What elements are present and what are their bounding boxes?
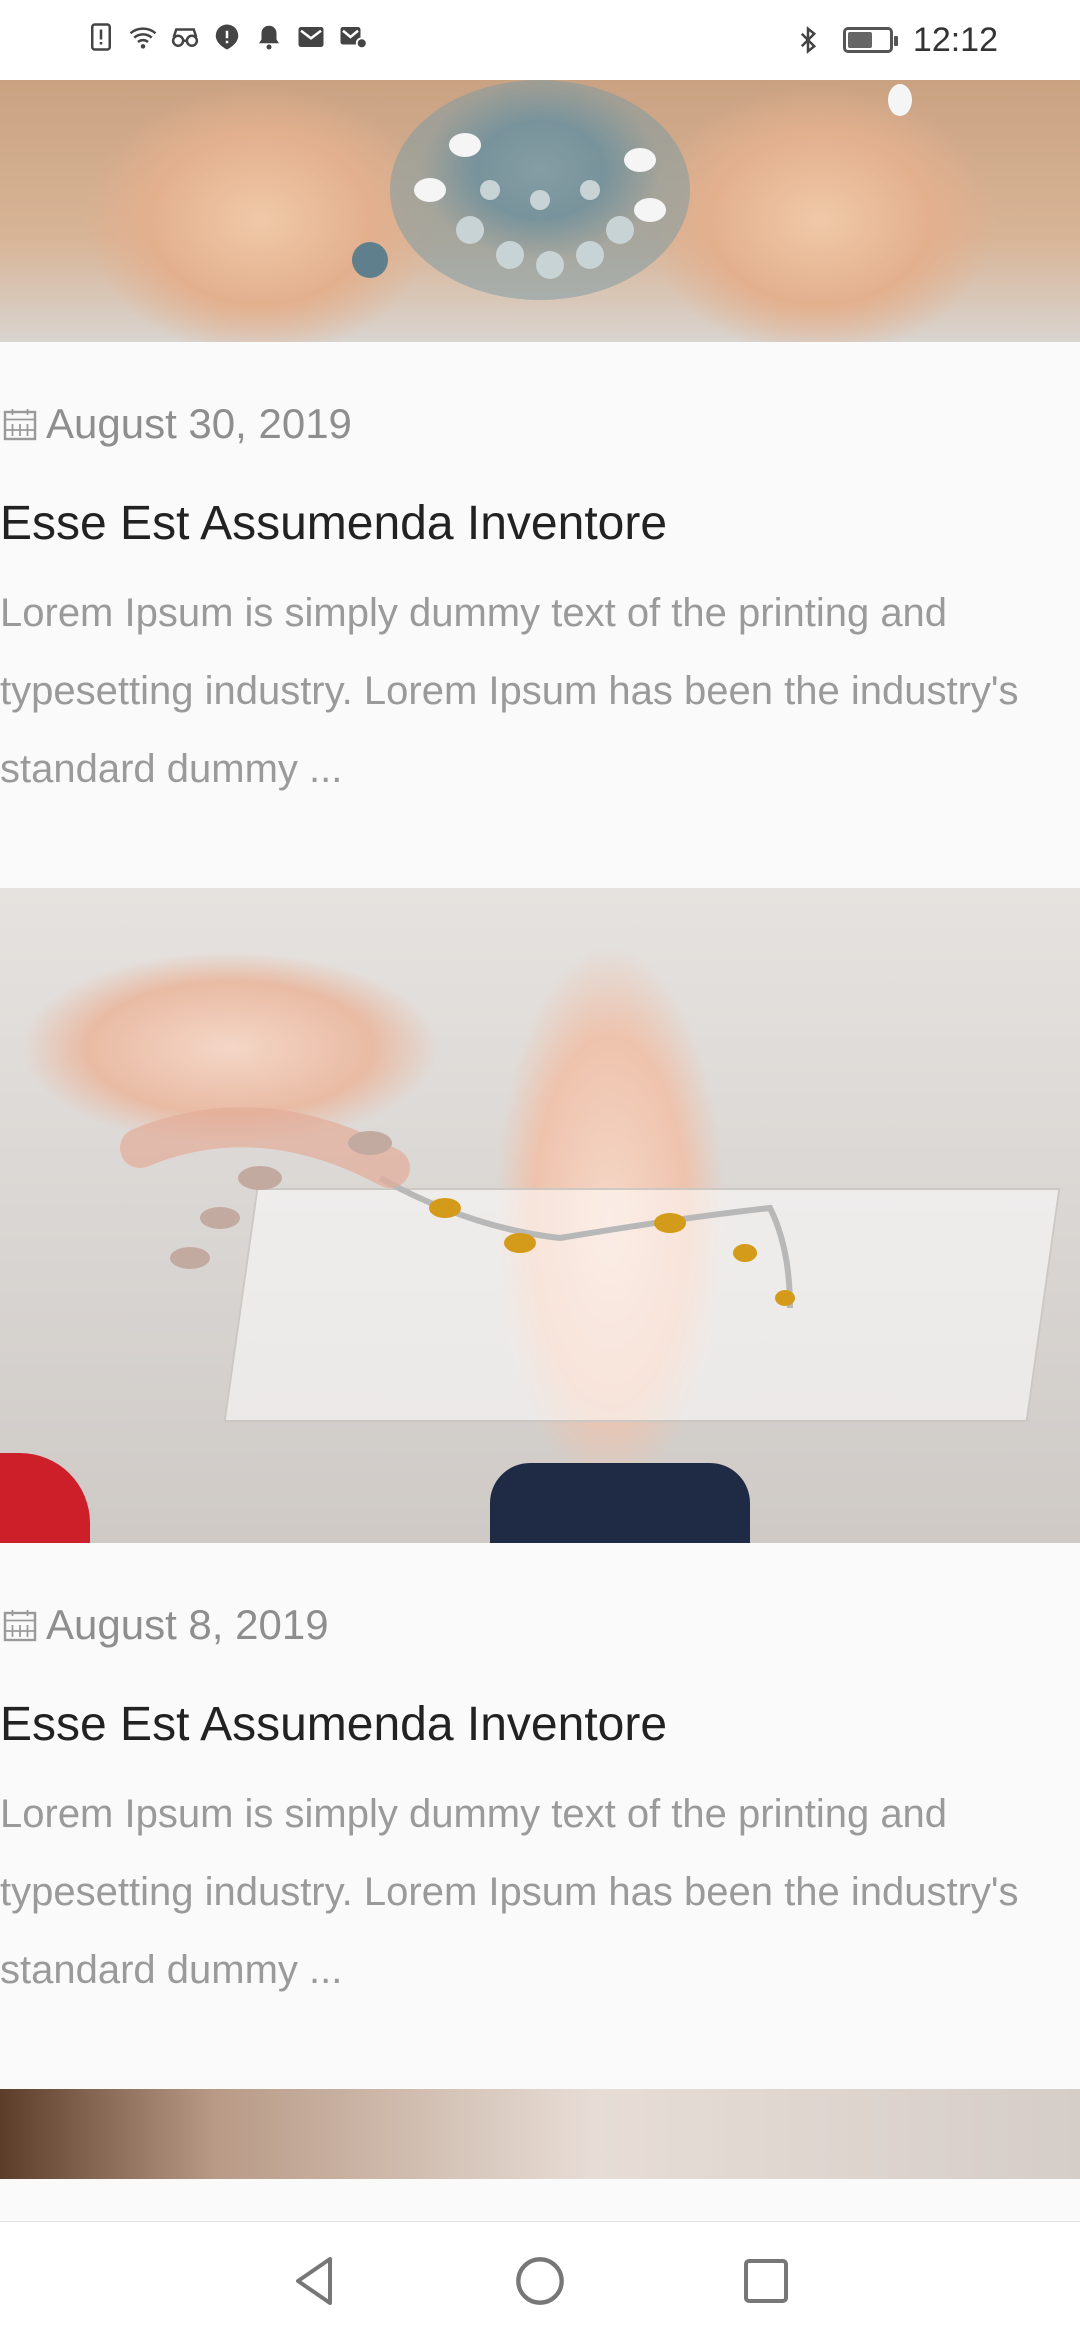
home-icon — [516, 2257, 564, 2305]
status-icons-left — [86, 22, 368, 52]
clock: 12:12 — [912, 21, 998, 59]
mail-settings-icon — [340, 27, 368, 50]
post-body: August 8, 2019 Esse Est Assumenda Invent… — [0, 1595, 1080, 2009]
post-meta: August 30, 2019 — [0, 394, 1080, 454]
battery-icon — [842, 27, 898, 53]
status-bar: 12:12 — [0, 0, 1080, 80]
home-button[interactable] — [512, 2253, 568, 2309]
post-date: August 8, 2019 — [46, 1601, 329, 1648]
post-meta: August 8, 2019 — [0, 1595, 1080, 1655]
wifi-icon — [129, 27, 157, 49]
back-icon — [296, 2257, 332, 2305]
battery-level — [847, 32, 873, 48]
calendar-icon — [3, 409, 37, 441]
alert-icon — [91, 23, 111, 51]
bluetooth-icon — [800, 26, 817, 54]
mail-icon — [298, 27, 324, 47]
post-excerpt: Lorem Ipsum is simply dummy text of the … — [0, 591, 1019, 791]
post-title[interactable]: Esse Est Assumenda Inventore — [0, 1695, 1080, 1755]
bell-icon — [259, 25, 279, 50]
glasses-icon — [171, 28, 199, 47]
shield-icon — [215, 24, 239, 50]
blog-feed: August 30, 2019 Esse Est Assumenda Inven… — [0, 80, 1080, 2179]
post-body: August 30, 2019 Esse Est Assumenda Inven… — [0, 394, 1080, 808]
system-nav-bar — [0, 2221, 1080, 2340]
bracelet-illustration — [120, 1107, 795, 1309]
blog-post-card[interactable]: August 30, 2019 Esse Est Assumenda Inven… — [0, 80, 1080, 808]
post-image-partial[interactable] — [0, 2089, 1080, 2179]
calendar-icon — [3, 1610, 37, 1642]
status-icons-right: 12:12 — [793, 18, 998, 62]
post-title[interactable]: Esse Est Assumenda Inventore — [0, 494, 1080, 554]
post-date: August 30, 2019 — [46, 400, 352, 447]
post-image-bracelet[interactable] — [0, 888, 1080, 1543]
blog-post-card[interactable]: August 8, 2019 Esse Est Assumenda Invent… — [0, 888, 1080, 2009]
back-button[interactable] — [286, 2253, 342, 2309]
blog-post-card[interactable] — [0, 2089, 1080, 2179]
recents-button[interactable] — [738, 2253, 794, 2309]
post-excerpt: Lorem Ipsum is simply dummy text of the … — [0, 1792, 1019, 1992]
recents-icon — [744, 2259, 788, 2303]
post-image-necklace[interactable] — [0, 80, 1080, 342]
